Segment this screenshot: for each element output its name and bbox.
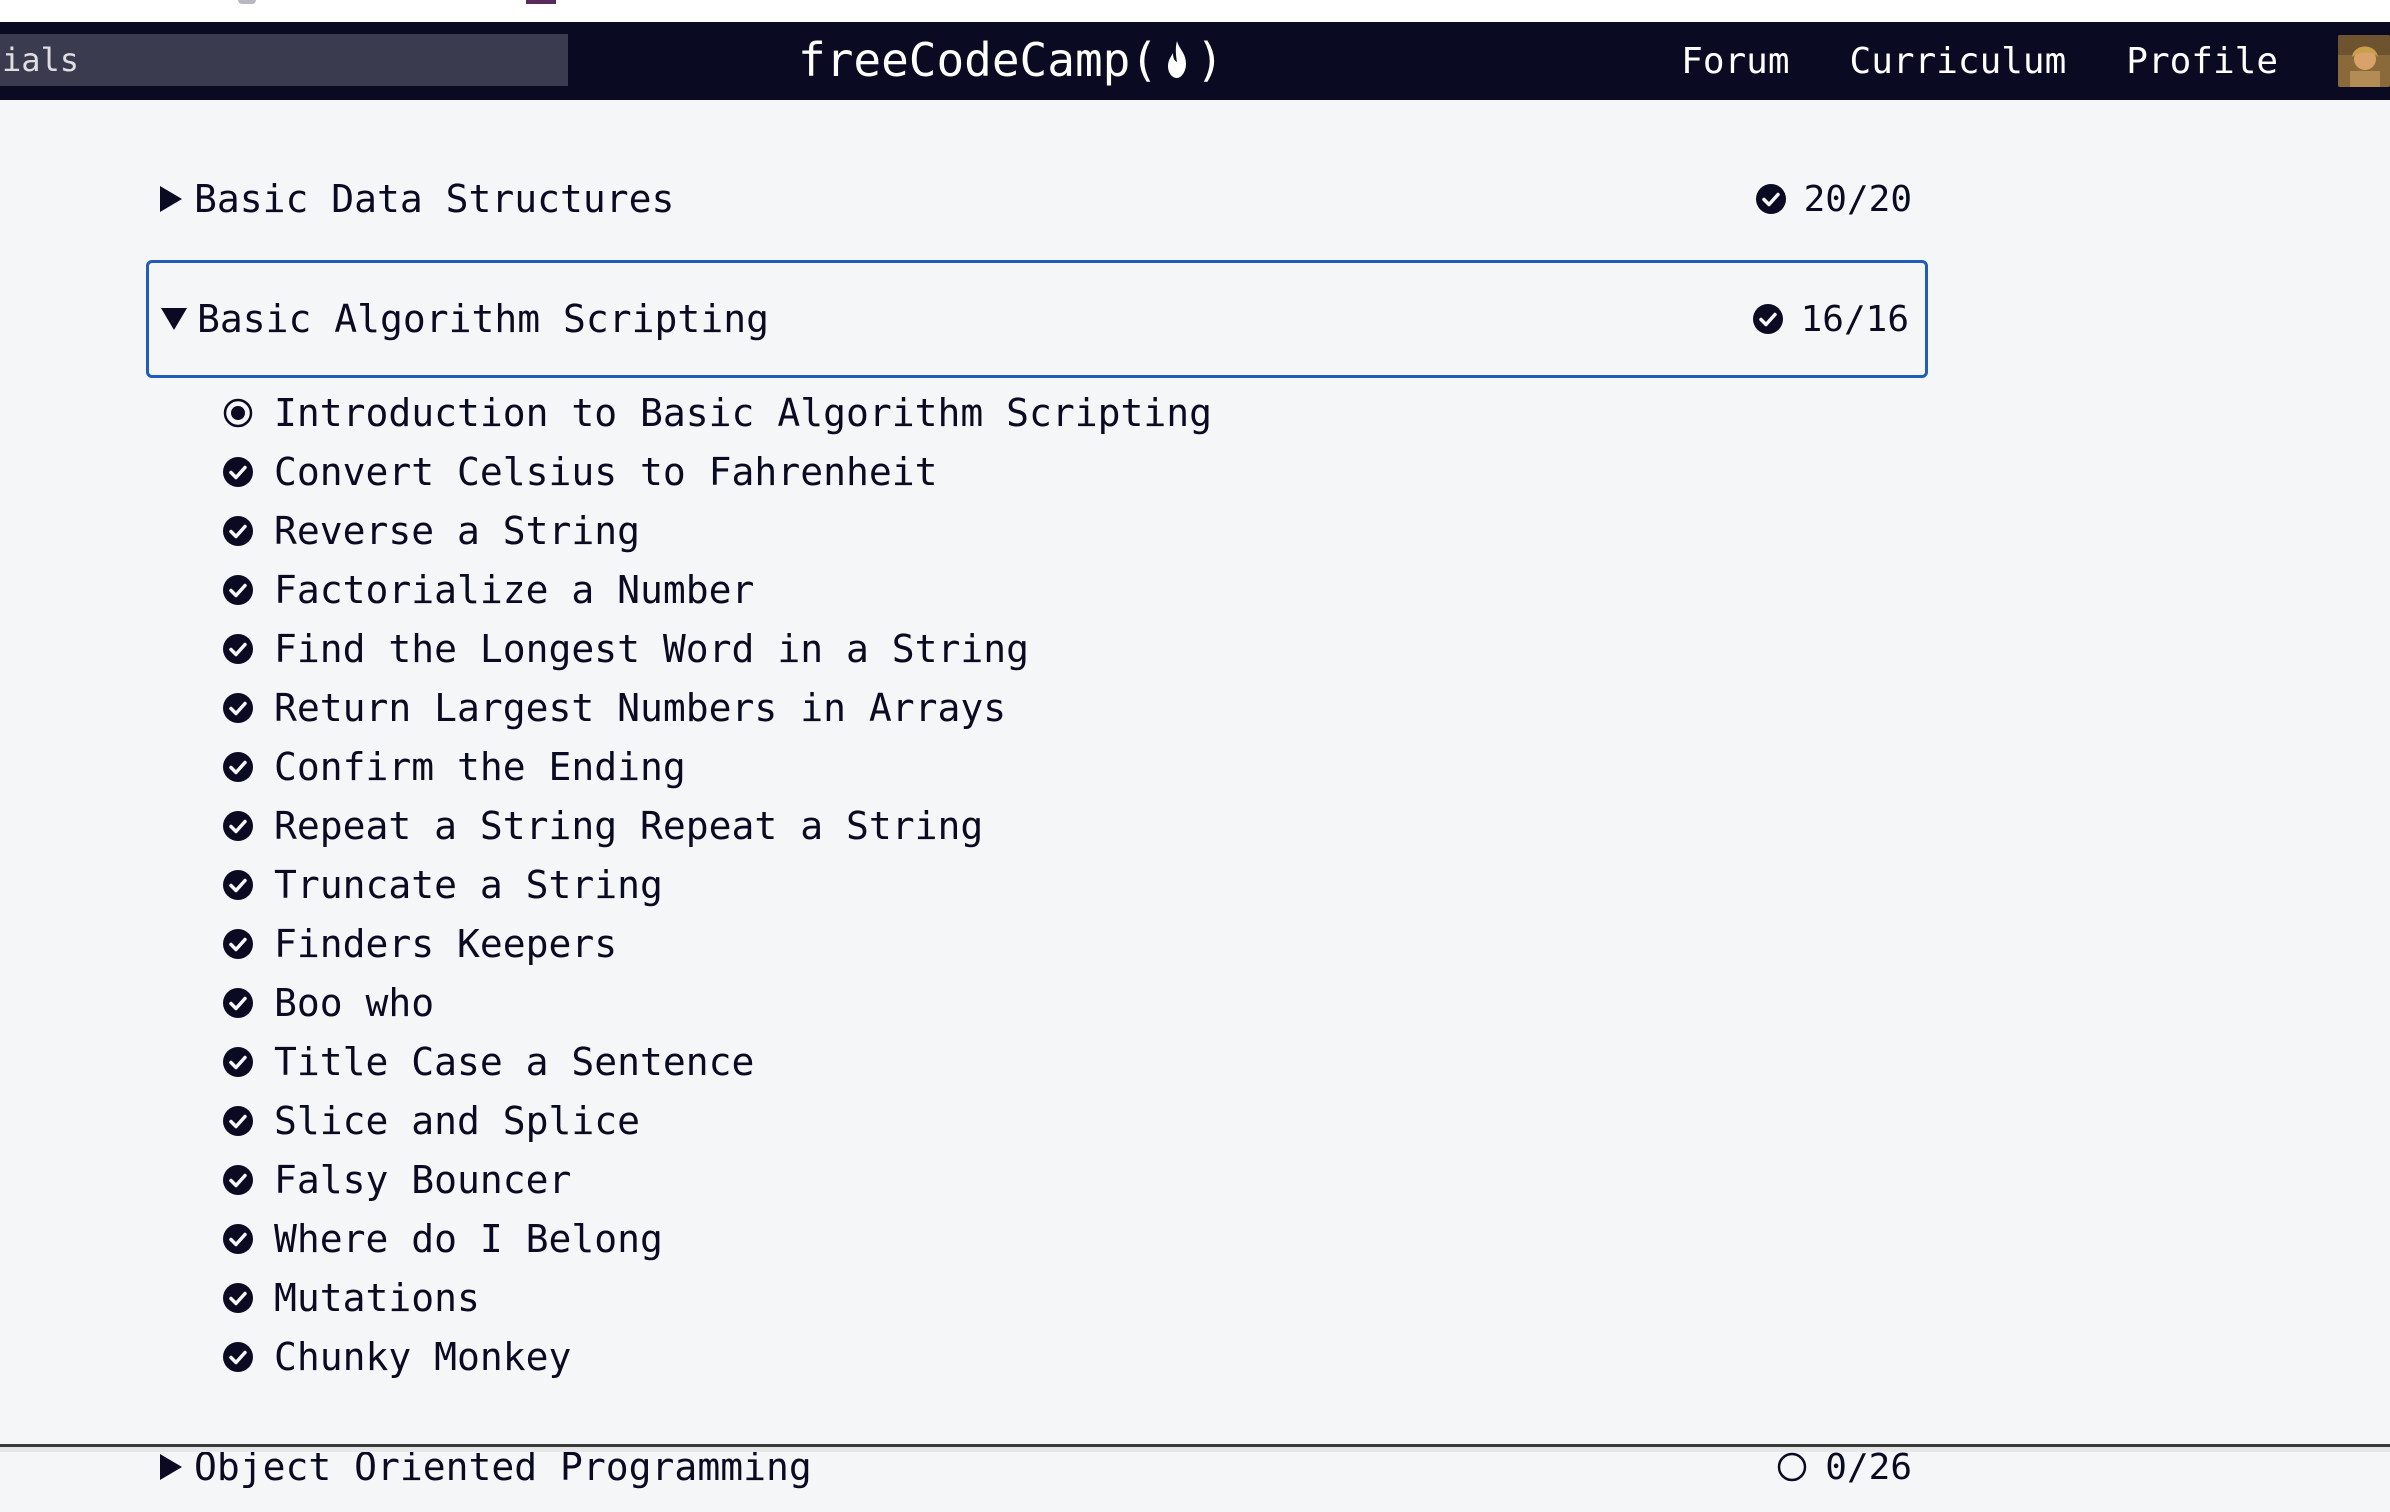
nav-link-forum[interactable]: Forum: [1681, 41, 1789, 82]
challenge-title: Title Case a Sentence: [274, 1039, 755, 1084]
challenge-title: Find the Longest Word in a String: [274, 626, 1029, 671]
challenge-item[interactable]: Boo who: [222, 973, 1822, 1032]
browser-tab-edge: [238, 0, 256, 4]
challenge-item[interactable]: Find the Longest Word in a String: [222, 619, 1822, 678]
challenge-item[interactable]: Convert Celsius to Fahrenheit: [222, 442, 1822, 501]
challenge-item[interactable]: Factorialize a Number: [222, 560, 1822, 619]
block-progress: 16/16: [1752, 298, 1909, 340]
challenge-item[interactable]: Slice and Splice: [222, 1091, 1822, 1150]
caret-right-icon: [158, 1452, 184, 1482]
caret-down-icon: [161, 304, 187, 334]
check-circle-icon: [222, 751, 254, 783]
nav-link-curriculum[interactable]: Curriculum: [1850, 41, 2067, 82]
challenge-list: Introduction to Basic Algorithm Scriptin…: [222, 383, 1822, 1386]
block-progress-count: 0/26: [1825, 1446, 1912, 1488]
check-circle-icon: [222, 515, 254, 547]
challenge-item[interactable]: Finders Keepers: [222, 914, 1822, 973]
empty-circle-icon: [1778, 1452, 1807, 1482]
challenge-title: Truncate a String: [274, 862, 663, 907]
block-progress: 0/26: [1777, 1447, 1912, 1488]
radio-dot-icon: [222, 397, 254, 429]
block-header-object-oriented-programming[interactable]: Object Oriented Programming 0/26: [146, 1422, 1928, 1512]
caret-right-icon: [158, 184, 184, 214]
challenge-title: Mutations: [274, 1275, 480, 1320]
block-progress-count: 20/20: [1803, 178, 1912, 220]
check-circle-icon: [222, 633, 254, 665]
check-circle-icon: [222, 1164, 254, 1196]
brand-logo[interactable]: freeCodeCamp( ): [798, 28, 1224, 92]
challenge-title: Reverse a String: [274, 508, 641, 553]
block-title: Basic Data Structures: [194, 177, 675, 221]
avatar[interactable]: [2338, 35, 2390, 87]
browser-tab-indicator: [526, 0, 556, 4]
check-circle-icon: [222, 1046, 254, 1078]
challenge-title: Convert Celsius to Fahrenheit: [274, 449, 938, 494]
search-input[interactable]: ials: [0, 34, 568, 86]
block-progress-count: 16/16: [1800, 298, 1909, 340]
challenge-title: Introduction to Basic Algorithm Scriptin…: [274, 390, 1212, 435]
block-title: Basic Algorithm Scripting: [197, 297, 769, 341]
challenge-title: Chunky Monkey: [274, 1334, 572, 1379]
challenge-item[interactable]: Title Case a Sentence: [222, 1032, 1822, 1091]
challenge-item[interactable]: Chunky Monkey: [222, 1327, 1822, 1386]
block-progress: 20/20: [1755, 178, 1912, 220]
avatar-image: [2338, 35, 2390, 87]
challenge-item[interactable]: Repeat a String Repeat a String: [222, 796, 1822, 855]
check-circle-icon: [222, 1282, 254, 1314]
challenge-item[interactable]: Introduction to Basic Algorithm Scriptin…: [222, 383, 1822, 442]
challenge-title: Finders Keepers: [274, 921, 618, 966]
check-circle-icon: [222, 456, 254, 488]
nav-links: Forum Curriculum Profile: [1681, 22, 2390, 100]
window-frame: [0, 1447, 2390, 1452]
check-circle-icon: [222, 810, 254, 842]
check-circle-icon: [222, 1105, 254, 1137]
challenge-title: Factorialize a Number: [274, 567, 755, 612]
top-navbar: ials freeCodeCamp( ) Forum Curriculum Pr…: [0, 22, 2390, 100]
challenge-item[interactable]: Mutations: [222, 1268, 1822, 1327]
challenge-item[interactable]: Where do I Belong: [222, 1209, 1822, 1268]
challenge-title: Return Largest Numbers in Arrays: [274, 685, 1007, 730]
block-header-basic-algorithm-scripting[interactable]: Basic Algorithm Scripting 16/16: [146, 260, 1928, 378]
brand-text-left: freeCodeCamp(: [798, 33, 1159, 87]
check-circle-icon: [222, 692, 254, 724]
check-circle-icon: [222, 1341, 254, 1373]
challenge-item[interactable]: Return Largest Numbers in Arrays: [222, 678, 1822, 737]
challenge-title: Where do I Belong: [274, 1216, 663, 1261]
check-circle-icon: [222, 928, 254, 960]
challenge-title: Confirm the Ending: [274, 744, 686, 789]
check-circle-icon: [222, 1223, 254, 1255]
check-circle-icon: [222, 987, 254, 1019]
check-circle-icon: [1752, 304, 1783, 334]
challenge-item[interactable]: Confirm the Ending: [222, 737, 1822, 796]
nav-link-profile[interactable]: Profile: [2126, 41, 2278, 82]
brand-text-right: ): [1196, 33, 1224, 87]
challenge-title: Falsy Bouncer: [274, 1157, 572, 1202]
challenge-title: Slice and Splice: [274, 1098, 641, 1143]
block-header-basic-data-structures[interactable]: Basic Data Structures 20/20: [146, 140, 1928, 258]
challenge-title: Repeat a String Repeat a String: [274, 803, 984, 848]
browser-top-strip: [0, 0, 2390, 22]
search-input-value: ials: [2, 41, 80, 79]
check-circle-icon: [222, 869, 254, 901]
challenge-item[interactable]: Reverse a String: [222, 501, 1822, 560]
challenge-item[interactable]: Falsy Bouncer: [222, 1150, 1822, 1209]
challenge-item[interactable]: Truncate a String: [222, 855, 1822, 914]
challenge-title: Boo who: [274, 980, 435, 1025]
check-circle-icon: [222, 574, 254, 606]
flame-icon: [1168, 41, 1187, 78]
check-circle-icon: [1755, 184, 1786, 214]
